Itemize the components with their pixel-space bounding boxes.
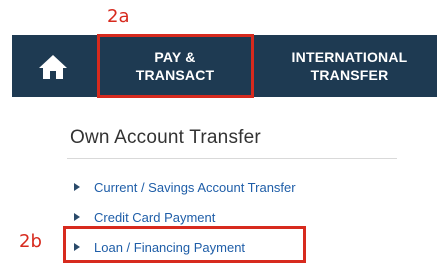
link-label[interactable]: Credit Card Payment	[94, 210, 215, 225]
triangle-bullet-icon	[74, 213, 80, 221]
section-divider	[67, 158, 397, 159]
nav-international-transfer[interactable]: INTERNATIONAL TRANSFER	[262, 35, 437, 97]
link-credit-card-payment[interactable]: Credit Card Payment	[74, 202, 296, 232]
nav-international-transfer-line2: TRANSFER	[310, 67, 389, 83]
nav-pay-transact-line1: PAY &	[154, 49, 196, 65]
nav-pay-transact-line2: TRANSACT	[135, 67, 215, 83]
callout-label-2a: 2a	[107, 6, 130, 27]
callout-label-2b: 2b	[19, 231, 42, 252]
own-account-transfer-links: Current / Savings Account Transfer Credi…	[74, 172, 296, 262]
main-navbar: PAY & TRANSACT INTERNATIONAL TRANSFER	[12, 35, 437, 97]
link-current-savings-transfer[interactable]: Current / Savings Account Transfer	[74, 172, 296, 202]
nav-pay-transact[interactable]: PAY & TRANSACT	[100, 35, 250, 97]
link-loan-financing-payment[interactable]: Loan / Financing Payment	[74, 232, 296, 262]
link-label[interactable]: Current / Savings Account Transfer	[94, 180, 296, 195]
triangle-bullet-icon	[74, 183, 80, 191]
nav-international-transfer-line1: INTERNATIONAL	[291, 49, 408, 65]
section-title: Own Account Transfer	[70, 127, 261, 148]
triangle-bullet-icon	[74, 243, 80, 251]
home-icon[interactable]	[38, 54, 68, 80]
link-label[interactable]: Loan / Financing Payment	[94, 240, 245, 255]
